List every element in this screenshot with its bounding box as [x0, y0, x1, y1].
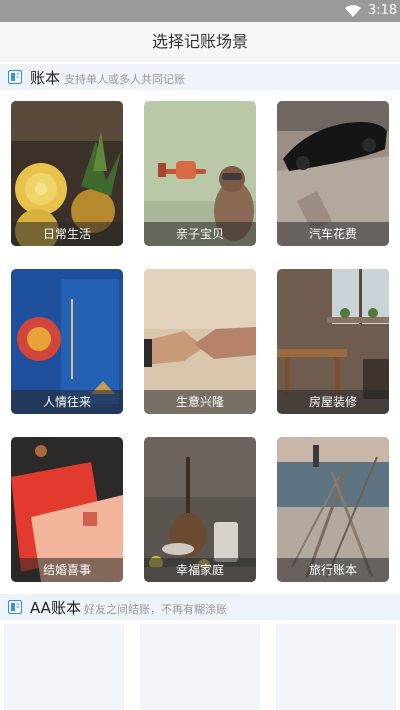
scene-card-daily-life[interactable]: 日常生活	[11, 101, 123, 246]
scene-label: 生意兴隆	[144, 390, 256, 414]
scene-label: 日常生活	[11, 222, 123, 246]
scene-label: 房屋装修	[277, 390, 389, 414]
wifi-icon	[345, 5, 361, 17]
scene-label: 结婚喜事	[11, 558, 123, 582]
scene-card-car[interactable]: 汽车花费	[277, 101, 389, 246]
section-header-aa: AA账本 好友之间结账，不再有糊涂账	[0, 594, 400, 620]
page-title: 选择记账场景	[151, 32, 248, 51]
book-icon	[8, 70, 22, 84]
app-bar: 选择记账场景	[0, 22, 400, 62]
scene-label: 亲子宝贝	[144, 222, 256, 246]
scene-grid: 日常生活 亲子宝贝 汽车花费 人情往来 生意兴隆 房屋装修 结婚喜事 幸福家庭 …	[0, 90, 400, 592]
scene-label: 幸福家庭	[144, 558, 256, 582]
scene-label: 汽车花费	[277, 222, 389, 246]
aa-scene-area	[0, 620, 400, 710]
section-subtitle-ledger: 支持单人或多人共同记账	[64, 73, 185, 86]
scene-card-travel[interactable]: 旅行账本	[277, 437, 389, 582]
scene-card-wedding[interactable]: 结婚喜事	[11, 437, 123, 582]
book-icon	[8, 600, 22, 614]
aa-scene-placeholder[interactable]	[140, 624, 260, 710]
scene-label: 旅行账本	[277, 558, 389, 582]
scene-card-social-gifts[interactable]: 人情往来	[11, 269, 123, 414]
section-header-ledger: 账本 支持单人或多人共同记账	[0, 64, 400, 90]
status-time: 3:18	[368, 3, 398, 18]
scene-label: 人情往来	[11, 390, 123, 414]
section-title-ledger: 账本	[30, 69, 61, 87]
aa-scene-placeholder[interactable]	[276, 624, 396, 710]
status-bar: 3:18	[0, 0, 400, 22]
scene-card-business[interactable]: 生意兴隆	[144, 269, 256, 414]
scene-card-renovation[interactable]: 房屋装修	[277, 269, 389, 414]
section-subtitle-aa: 好友之间结账，不再有糊涂账	[84, 603, 227, 616]
scene-card-family[interactable]: 幸福家庭	[144, 437, 256, 582]
aa-scene-placeholder[interactable]	[4, 624, 124, 710]
section-title-aa: AA账本	[30, 599, 81, 617]
scene-card-parenting[interactable]: 亲子宝贝	[144, 101, 256, 246]
